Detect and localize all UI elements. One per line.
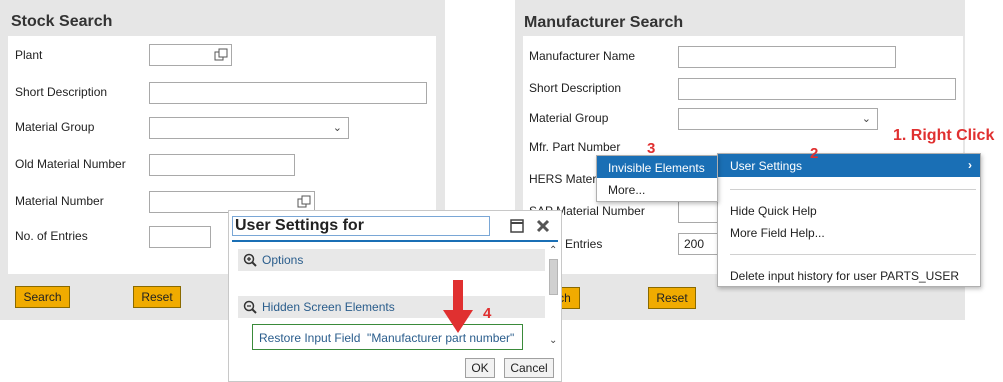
dialog-title-field: User Settings for [232, 216, 490, 236]
chevron-down-icon: ⌄ [332, 122, 342, 134]
dialog-cancel-button[interactable]: Cancel [504, 358, 554, 378]
short-description-input[interactable] [149, 82, 427, 104]
user-settings-dialog: User Settings for Options Hidden Screen … [228, 210, 562, 382]
plant-label: Plant [15, 48, 43, 62]
hidden-elements-label: Hidden Screen Elements [262, 300, 395, 314]
material-number-label: Material Number [15, 194, 104, 208]
options-section-header[interactable]: Options [238, 249, 545, 271]
menu-item-delete-input-history[interactable]: Delete input history for user PARTS_USER [730, 269, 959, 283]
context-menu: User Settings › Hide Quick Help More Fie… [717, 153, 981, 287]
mfr-reset-button[interactable]: Reset [648, 287, 696, 309]
zoom-in-icon [243, 253, 257, 267]
value-help-icon[interactable] [297, 195, 311, 209]
mfr-short-description-input[interactable] [678, 78, 956, 100]
menu-separator [730, 189, 976, 190]
annotation-right-click: 1. Right Click [893, 127, 995, 144]
hidden-elements-section-header[interactable]: Hidden Screen Elements [238, 296, 545, 318]
value-help-icon[interactable] [214, 48, 228, 62]
manufacturer-name-input[interactable] [678, 46, 896, 68]
stock-search-button[interactable]: Search [15, 286, 70, 308]
menu-item-user-settings[interactable]: User Settings › [718, 154, 980, 177]
mfr-entries-label: Entries [565, 237, 603, 251]
menu-item-more[interactable]: More... [608, 183, 645, 197]
material-group-select[interactable]: ⌄ [149, 117, 349, 139]
scroll-down-icon[interactable]: ⌄ [549, 335, 557, 346]
dialog-title: User Settings for [235, 217, 364, 234]
old-material-number-input[interactable] [149, 154, 295, 176]
old-material-number-label: Old Material Number [15, 157, 126, 171]
mfr-material-group-select[interactable]: ⌄ [678, 108, 878, 130]
menu-item-more-field-help[interactable]: More Field Help... [730, 226, 825, 240]
annotation-step-3: 3 [647, 140, 656, 157]
manufacturer-search-title: Manufacturer Search [524, 14, 684, 31]
mfr-short-description-label: Short Description [529, 81, 622, 95]
hers-material-label: HERS Mater [529, 172, 597, 186]
scroll-thumb[interactable] [549, 259, 558, 295]
invisible-elements-label: Invisible Elements [608, 161, 705, 175]
mfr-entries-input[interactable]: 200 [678, 233, 718, 255]
maximize-icon[interactable] [510, 219, 524, 233]
menu-separator [730, 254, 976, 255]
plant-input[interactable] [149, 44, 232, 66]
dialog-title-underline [232, 240, 558, 242]
number-of-entries-label: No. of Entries [15, 229, 88, 243]
short-description-label: Short Description [15, 85, 108, 99]
submenu: Invisible Elements More... [596, 155, 718, 202]
mfr-part-number-label: Mfr. Part Number [529, 140, 621, 154]
annotation-step-4: 4 [483, 305, 492, 322]
sap-material-number-input[interactable] [678, 201, 718, 223]
chevron-down-icon: ⌄ [861, 113, 871, 125]
dialog-ok-button[interactable]: OK [465, 358, 495, 378]
down-arrow-icon [443, 280, 473, 333]
options-label: Options [262, 253, 304, 267]
close-icon[interactable] [536, 219, 550, 233]
number-of-entries-input[interactable] [149, 226, 211, 248]
scroll-up-icon[interactable]: ⌃ [549, 245, 557, 256]
menu-item-hide-quick-help[interactable]: Hide Quick Help [730, 204, 817, 218]
mfr-entries-value: 200 [684, 237, 705, 251]
user-settings-label: User Settings [730, 159, 803, 173]
annotation-step-2: 2 [810, 145, 819, 162]
restore-input-field-label: Restore Input Field "Manufacturer part n… [259, 331, 515, 345]
material-group-label: Material Group [15, 120, 95, 134]
stock-search-title: Stock Search [11, 13, 113, 30]
zoom-out-icon [243, 300, 257, 314]
stock-reset-button[interactable]: Reset [133, 286, 181, 308]
chevron-right-icon: › [968, 158, 972, 172]
mfr-material-group-label: Material Group [529, 111, 609, 125]
dialog-scrollbar[interactable]: ⌃ ⌄ [548, 245, 560, 351]
restore-input-field-button[interactable]: Restore Input Field "Manufacturer part n… [252, 324, 523, 350]
menu-item-invisible-elements[interactable]: Invisible Elements [597, 156, 717, 178]
manufacturer-name-label: Manufacturer Name [529, 49, 636, 63]
